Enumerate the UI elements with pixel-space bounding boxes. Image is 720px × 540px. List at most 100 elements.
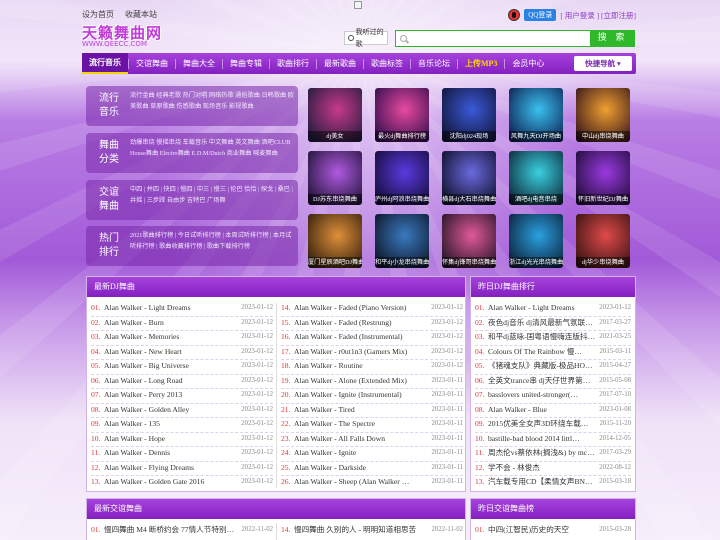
song-title-link[interactable]: Alan Walker - Perry 2013 [104, 390, 182, 399]
song-title-link[interactable]: 汽车载专用CD【柔情女声BN… [488, 477, 593, 486]
song-title-link[interactable]: basslovers united-stronger(… [488, 390, 578, 399]
song-row[interactable]: 20. Alan Walker - Ignite (Instrumental) 20… [281, 388, 463, 403]
song-row[interactable]: 18. Alan Walker - Routine 2023-01-12 [281, 359, 463, 374]
song-title-link[interactable]: Alan Walker - Ignite [294, 448, 356, 457]
song-row[interactable]: 10. bastille-bad blood 2014 littl… 2014-12… [475, 432, 631, 447]
song-row[interactable]: 01. Alan Walker - Light Dreams 2023-01-12 [91, 301, 273, 316]
song-row[interactable]: 26. Alan Walker - Sheep (Alan Walker … 202… [281, 475, 463, 490]
category-links[interactable]: 中四 | 并四 | 快四 | 慢四 | 中三 | 慢三 | 伦巴 恰恰 | 探戈… [130, 184, 296, 206]
song-row[interactable]: 17. Alan Walker - r0ut1n3 (Gamers Mix) 202… [281, 345, 463, 360]
song-row[interactable]: 08. Alan Walker - Golden Alley 2023-01-12 [91, 403, 273, 418]
album-thumb[interactable]: 最火dj舞曲排行榜 [375, 88, 429, 142]
song-row[interactable]: 02. 夜色dj音乐 dj清风最新气氛联… 2017-03-27 [475, 316, 631, 331]
album-thumb[interactable]: 沈阳dj024现场 [442, 88, 496, 142]
song-title-link[interactable]: Alan Walker - Big Universe [104, 361, 189, 370]
song-title-link[interactable]: Alan Walker - Faded (Restrung) [294, 318, 392, 327]
song-title-link[interactable]: Alan Walker - Burn [104, 318, 164, 327]
song-row[interactable]: 13. 汽车载专用CD【柔情女声BN… 2015-03-18 [475, 475, 631, 490]
song-row[interactable]: 25. Alan Walker - Darkside 2023-01-11 [281, 461, 463, 476]
category-links[interactable]: 劲爆串烧 慢摇串烧 车载音乐 中文舞曲 英文舞曲 酒吧CLUB House舞曲 … [130, 137, 296, 159]
song-row[interactable]: 24. Alan Walker - Ignite 2023-01-11 [281, 446, 463, 461]
song-title-link[interactable]: Alan Walker - r0ut1n3 (Gamers Mix) [294, 347, 407, 356]
song-row[interactable]: 07. Alan Walker - Perry 2013 2023-01-12 [91, 388, 273, 403]
category-links[interactable]: 2021歌曲排行榜 | 今日试听排行榜 | 本周试听排行榜 | 本月试听排行榜 … [130, 230, 296, 252]
nav-latest[interactable]: 最新歌曲 [317, 53, 363, 74]
song-title-link[interactable]: Alan Walker - Flying Dreams [104, 463, 194, 472]
song-row[interactable]: 23. Alan Walker - All Falls Down 2023-01-1… [281, 432, 463, 447]
song-title-link[interactable]: Alan Walker - Routine [294, 361, 363, 370]
song-row[interactable]: 09. 2015优美全女声3D环绕车载… 2015-11-20 [475, 417, 631, 432]
album-thumb[interactable]: 风舞九天DJ开场曲 [509, 88, 563, 142]
song-row[interactable]: 19. Alan Walker - Alone (Extended Mix) 202… [281, 374, 463, 389]
nav-tags[interactable]: 歌曲标签 [364, 53, 410, 74]
song-row[interactable]: 04. Alan Walker - New Heart 2023-01-12 [91, 345, 273, 360]
user-login-register-links[interactable]: [ 用户登录 ] [立即注册] [560, 10, 636, 21]
search-button[interactable]: 搜 索 [590, 30, 635, 47]
song-row[interactable]: 02. Alan Walker - Burn 2023-01-12 [91, 316, 273, 331]
song-row[interactable]: 07. basslovers united-stronger(… 2017-07-1… [475, 388, 631, 403]
song-row[interactable]: 11. Alan Walker - Dennis 2023-01-12 [91, 446, 273, 461]
song-title-link[interactable]: Alan Walker - All Falls Down [294, 434, 385, 443]
song-row[interactable]: 16. Alan Walker - Faded (Instrumental) 202… [281, 330, 463, 345]
song-title-link[interactable]: bastille-bad blood 2014 littl… [488, 434, 580, 443]
song-row[interactable]: 05. 《猪魂支队》典藏版-极品HO… 2015-04-27 [475, 359, 631, 374]
song-row[interactable]: 09. Alan Walker - 135 2023-01-12 [91, 417, 273, 432]
song-title-link[interactable]: Alan Walker - Faded (Instrumental) [294, 332, 402, 341]
song-row[interactable]: 01. 中四(江智民)历史的天空 2015-03-28 [475, 523, 631, 538]
song-row[interactable]: 10. Alan Walker - Hope 2023-01-12 [91, 432, 273, 447]
song-row[interactable]: 06. Alan Walker - Long Road 2023-01-12 [91, 374, 273, 389]
category-links[interactable]: 流行金曲 经典老歌 热门对唱 网络热歌 通俗歌曲 日韩歌曲 欧美歌曲 草原歌曲 … [130, 90, 296, 112]
nav-charts[interactable]: 歌曲排行 [270, 53, 316, 74]
song-title-link[interactable]: Alan Walker - Alone (Extended Mix) [294, 376, 407, 385]
song-row[interactable]: 13. Alan Walker - Golden Gate 2016 2023-01… [91, 475, 273, 490]
song-row[interactable]: 05. Alan Walker - Big Universe 2023-01-12 [91, 359, 273, 374]
album-thumb[interactable]: DJ苏东串烧舞曲 [308, 151, 362, 205]
search-input[interactable] [410, 32, 580, 45]
nav-pop-music[interactable]: 流行音乐 [82, 53, 128, 74]
song-row[interactable]: 03. 和平dj蓝咏-国粤语慢嗨连版抖… 2021-03-25 [475, 330, 631, 345]
song-title-link[interactable]: Alan Walker - Light Dreams [488, 303, 575, 312]
song-title-link[interactable]: Alan Walker - Darkside [294, 463, 366, 472]
song-title-link[interactable]: Alan Walker - Hope [104, 434, 165, 443]
song-title-link[interactable]: Alan Walker - Faded (Piano Version) [294, 303, 406, 312]
song-title-link[interactable]: 夜色dj音乐 dj清风最新气氛联… [488, 318, 593, 327]
nav-upload[interactable]: 上传MP3 [458, 53, 504, 74]
album-thumb[interactable]: 横县dj大石串烧舞曲 [442, 151, 496, 205]
listen-history-button[interactable]: 我听过的歌 [344, 28, 388, 48]
song-row[interactable]: 21. Alan Walker - Tired 2023-01-11 [281, 403, 463, 418]
song-row[interactable]: 01. Alan Walker - Light Dreams 2023-01-12 [475, 301, 631, 316]
song-title-link[interactable]: 学不会 - 林俊杰 [488, 463, 540, 472]
song-title-link[interactable]: Alan Walker - Blue [488, 405, 547, 414]
song-title-link[interactable]: Alan Walker - Light Dreams [104, 303, 191, 312]
album-thumb[interactable]: 中山dj串烧舞曲 [576, 88, 630, 142]
nav-ballroom[interactable]: 交谊舞曲 [129, 53, 175, 74]
nav-member[interactable]: 会员中心 [505, 53, 551, 74]
album-thumb[interactable]: dj华少串烧舞曲 [576, 214, 630, 268]
song-title-link[interactable]: Alan Walker - Long Road [104, 376, 183, 385]
quick-nav-dropdown[interactable]: 快捷导航 ▾ [574, 56, 632, 71]
song-title-link[interactable]: 和平dj蓝咏-国粤语慢嗨连版抖… [488, 332, 595, 341]
nav-forum[interactable]: 音乐论坛 [411, 53, 457, 74]
song-title-link[interactable]: Colours Of The Rainbow 慢… [488, 347, 582, 356]
album-thumb[interactable]: 厦门星辰酒吧DJ舞曲 [308, 214, 362, 268]
song-row[interactable]: 22. Alan Walker - The Spectre 2023-01-11 [281, 417, 463, 432]
bookmark-link[interactable]: 收藏本站 [125, 10, 157, 19]
qq-login-button[interactable]: QQ登录 [524, 9, 557, 21]
song-row[interactable]: 03. Alan Walker - Memories 2023-01-12 [91, 330, 273, 345]
song-title-link[interactable]: Alan Walker - Memories [104, 332, 179, 341]
song-row[interactable]: 12. 学不会 - 林俊杰 2022-08-12 [475, 461, 631, 476]
album-thumb[interactable]: 浙江dj光光串烧舞曲 [509, 214, 563, 268]
song-title-link[interactable]: Alan Walker - Golden Alley [104, 405, 189, 414]
site-logo[interactable]: 天籁舞曲网 WWW.QEECC.COM [82, 25, 192, 48]
song-title-link[interactable]: Alan Walker - Tired [294, 405, 355, 414]
album-thumb[interactable]: 怀集dj锋哥串烧舞曲 [442, 214, 496, 268]
song-row[interactable]: 12. Alan Walker - Flying Dreams 2023-01-12 [91, 461, 273, 476]
album-thumb[interactable]: dj美女 [308, 88, 362, 142]
song-title-link[interactable]: 2015优美全女声3D环绕车载… [488, 419, 588, 428]
album-thumb[interactable]: 酒吧dj电音串烧 [509, 151, 563, 205]
song-title-link[interactable]: Alan Walker - 135 [104, 419, 160, 428]
album-thumb[interactable]: 怀旧新世纪DJ舞曲 [576, 151, 630, 205]
album-thumb[interactable]: 庐州dj阿浪串烧舞曲 [375, 151, 429, 205]
song-title-link[interactable]: Alan Walker - Ignite (Instrumental) [294, 390, 402, 399]
song-row[interactable]: 04. Colours Of The Rainbow 慢… 2015-03-11 [475, 345, 631, 360]
